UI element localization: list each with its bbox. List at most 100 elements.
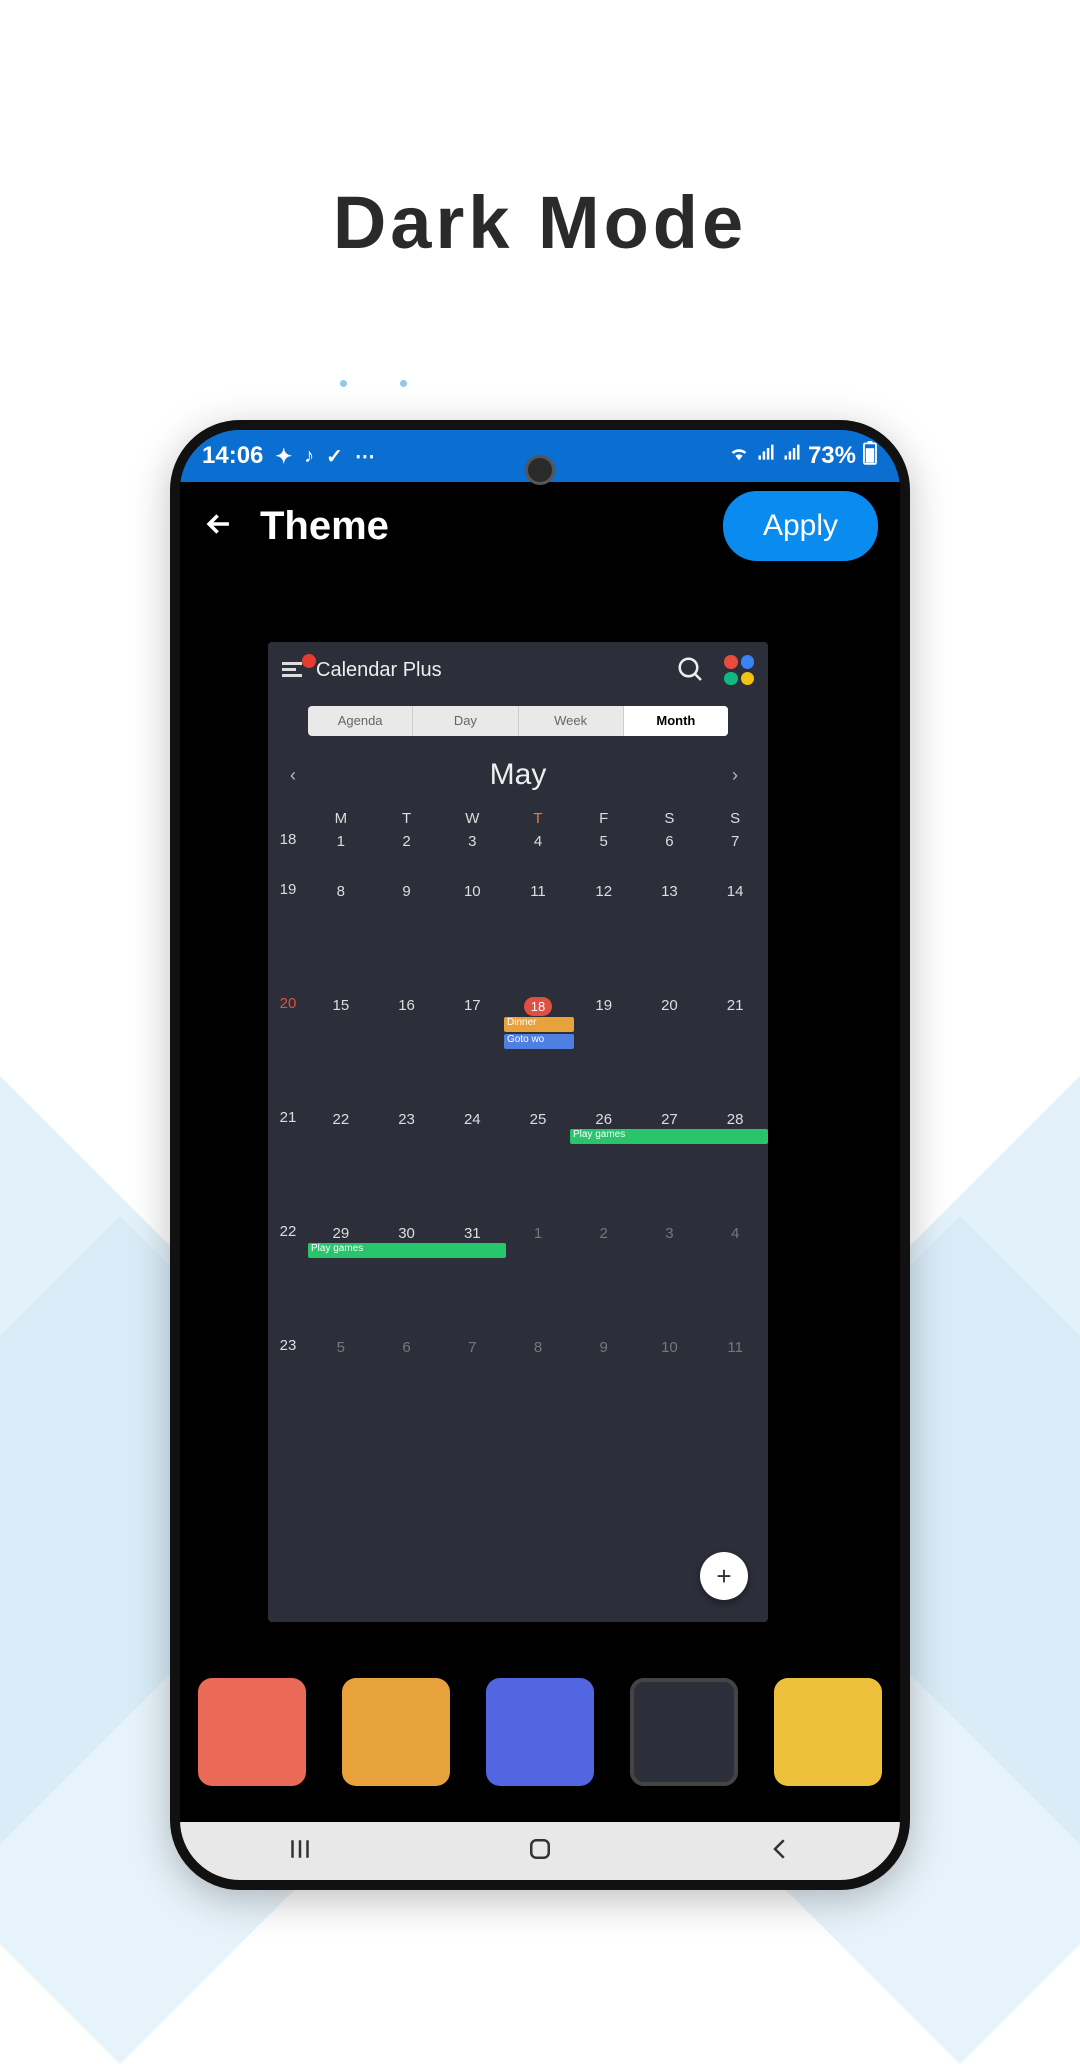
prev-month-icon[interactable]: ‹	[290, 765, 304, 786]
date-cell[interactable]: 9	[374, 881, 440, 900]
week-row: 19 8 9 10 11 12 13 14	[268, 881, 768, 991]
theme-swatch-orange[interactable]	[342, 1678, 450, 1786]
date-cell[interactable]: 19	[571, 995, 637, 1014]
date-cell[interactable]: 7	[439, 1337, 505, 1356]
search-icon[interactable]	[676, 655, 706, 685]
dow-s1: S	[637, 810, 703, 827]
date-cell[interactable]: 20	[637, 995, 703, 1014]
phone-frame: 14:06 ✦ ♪ ✓ ⋯ 73%	[170, 420, 910, 1890]
theme-swatch-yellow[interactable]	[774, 1678, 882, 1786]
date-cell[interactable]: 10	[439, 881, 505, 900]
event-play-games-2[interactable]: Play games	[308, 1243, 506, 1258]
date-cell[interactable]: 24	[439, 1109, 505, 1128]
week-row: 21 22 23 24 25 26 27 28 Play games	[268, 1109, 768, 1219]
date-cell[interactable]: 4	[505, 831, 571, 850]
seg-week[interactable]: Week	[519, 706, 624, 736]
dow-m: M	[308, 810, 374, 827]
view-segments: Agenda Day Week Month	[308, 706, 728, 736]
month-nav: ‹ May ›	[268, 736, 768, 800]
signal-2-icon	[782, 443, 802, 469]
status-time: 14:06	[202, 442, 263, 470]
app-header: Theme Apply	[180, 482, 900, 570]
date-cell[interactable]: 5	[571, 831, 637, 850]
day-headers-row: M T W T F S S	[268, 810, 768, 827]
date-cell[interactable]: 8	[308, 881, 374, 900]
dow-t1: T	[374, 810, 440, 827]
date-cell[interactable]: 6	[374, 1337, 440, 1356]
next-month-icon[interactable]: ›	[732, 765, 746, 786]
event-dinner[interactable]: Dinner	[504, 1017, 574, 1032]
seg-agenda[interactable]: Agenda	[308, 706, 413, 736]
wifi-icon	[728, 442, 750, 470]
seg-month[interactable]: Month	[624, 706, 728, 736]
back-nav-icon[interactable]	[765, 1834, 795, 1869]
week-row: 22 29 30 31 1 2 3 4 Play games	[268, 1223, 768, 1333]
camera-notch-icon	[525, 455, 555, 485]
week-number: 23	[268, 1337, 308, 1354]
theme-swatch-red[interactable]	[198, 1678, 306, 1786]
date-cell[interactable]: 27	[637, 1109, 703, 1128]
today-badge: 18	[524, 997, 552, 1016]
home-icon[interactable]	[525, 1834, 555, 1869]
date-cell[interactable]: 30	[374, 1223, 440, 1242]
recents-icon[interactable]	[285, 1834, 315, 1869]
event-goto[interactable]: Goto wo	[504, 1034, 574, 1049]
date-cell[interactable]: 28	[702, 1109, 768, 1128]
app-screen: Theme Apply Calendar Plus	[180, 482, 900, 1822]
status-steps-icon: ♪	[304, 445, 314, 468]
date-cell[interactable]: 8	[505, 1337, 571, 1356]
date-cell[interactable]: 1	[505, 1223, 571, 1242]
date-cell[interactable]: 31	[439, 1223, 505, 1242]
date-cell[interactable]: 12	[571, 881, 637, 900]
date-cell[interactable]: 25	[505, 1109, 571, 1128]
status-app-icon: ✦	[275, 444, 292, 469]
date-cell[interactable]: 14	[702, 881, 768, 900]
week-number: 18	[268, 831, 308, 848]
status-battery-text: 73%	[808, 442, 856, 470]
hamburger-icon[interactable]	[282, 658, 306, 682]
date-cell[interactable]: 29	[308, 1223, 374, 1242]
date-cell[interactable]: 23	[374, 1109, 440, 1128]
date-cell[interactable]: 3	[439, 831, 505, 850]
status-bird-icon: ✓	[326, 444, 343, 469]
date-cell[interactable]: 13	[637, 881, 703, 900]
apps-grid-icon[interactable]	[724, 655, 754, 685]
apply-button[interactable]: Apply	[723, 491, 878, 561]
date-cell[interactable]: 11	[702, 1337, 768, 1356]
week-row: 23 5 6 7 8 9 10 11	[268, 1337, 768, 1447]
date-cell[interactable]: 1	[308, 831, 374, 850]
theme-preview-card: Calendar Plus Agenda Day Week Month	[268, 642, 768, 1622]
date-cell[interactable]: 21	[702, 995, 768, 1014]
seg-day[interactable]: Day	[413, 706, 518, 736]
date-cell[interactable]: 7	[702, 831, 768, 850]
system-nav-bar	[180, 1822, 900, 1880]
date-cell[interactable]: 4	[702, 1223, 768, 1242]
week-number: 21	[268, 1109, 308, 1126]
event-play-games-1[interactable]: Play games	[570, 1129, 768, 1144]
theme-swatch-dark[interactable]	[630, 1678, 738, 1786]
date-cell-today[interactable]: 18	[505, 995, 571, 1016]
date-cell[interactable]: 6	[637, 831, 703, 850]
date-cell[interactable]: 9	[571, 1337, 637, 1356]
date-cell[interactable]: 5	[308, 1337, 374, 1356]
back-icon[interactable]	[202, 507, 236, 546]
date-cell[interactable]: 3	[637, 1223, 703, 1242]
dow-s2: S	[702, 810, 768, 827]
promo-title: Dark Mode	[0, 180, 1080, 265]
dow-t2: T	[505, 810, 571, 827]
week-number: 22	[268, 1223, 308, 1240]
date-cell[interactable]: 2	[374, 831, 440, 850]
signal-icon	[756, 443, 776, 469]
date-cell[interactable]: 2	[571, 1223, 637, 1242]
date-cell[interactable]: 10	[637, 1337, 703, 1356]
preview-app-title: Calendar Plus	[316, 659, 442, 682]
date-cell[interactable]: 26	[571, 1109, 637, 1128]
date-cell[interactable]: 11	[505, 881, 571, 900]
date-cell[interactable]: 15	[308, 995, 374, 1014]
date-cell[interactable]: 17	[439, 995, 505, 1014]
theme-swatch-blue[interactable]	[486, 1678, 594, 1786]
date-cell[interactable]: 22	[308, 1109, 374, 1128]
date-cell[interactable]: 16	[374, 995, 440, 1014]
add-event-fab[interactable]: +	[700, 1552, 748, 1600]
week-row: 20 15 16 17 18 19 20 21 Dinner Goto wo	[268, 995, 768, 1105]
